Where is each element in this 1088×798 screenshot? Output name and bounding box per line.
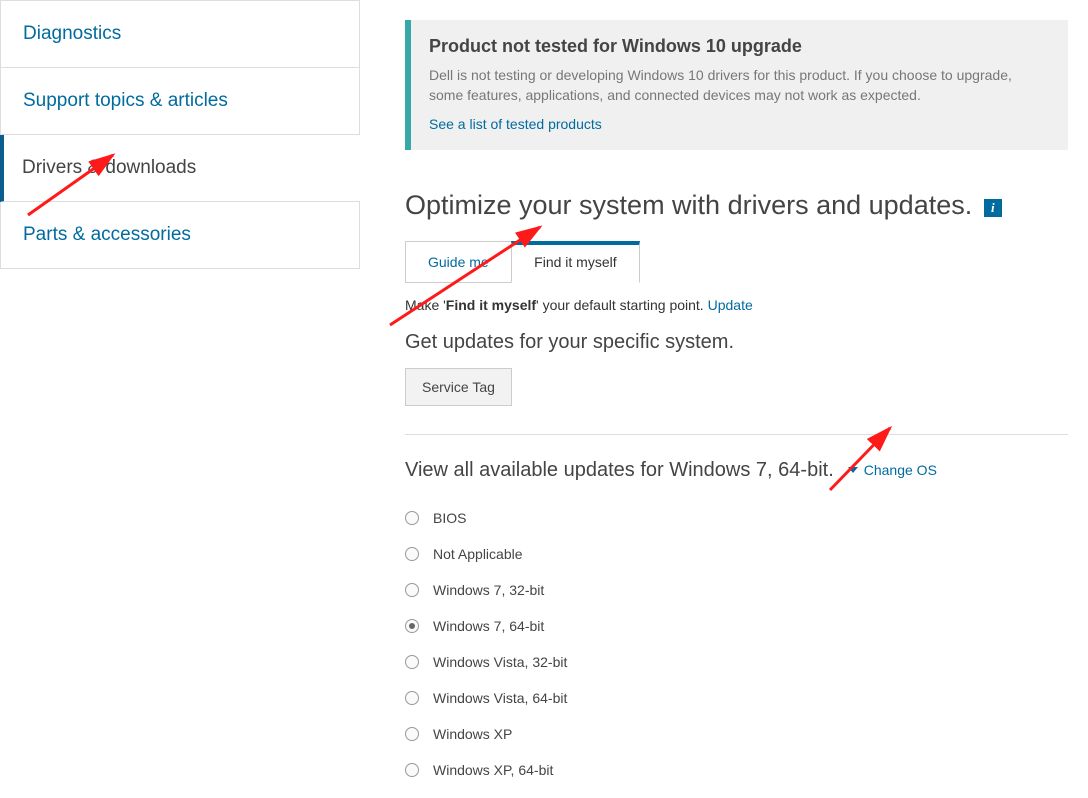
sidebar: Diagnostics Support topics & articles Dr…	[0, 0, 360, 269]
banner-link-tested-products[interactable]: See a list of tested products	[429, 116, 602, 132]
heading-text: Optimize your system with drivers and up…	[405, 190, 972, 220]
radio-icon	[405, 511, 419, 525]
os-radio-list: BIOS Not Applicable Windows 7, 32-bit Wi…	[405, 510, 1068, 778]
os-option-xp-64[interactable]: Windows XP, 64-bit	[405, 762, 1068, 778]
sidebar-item-diagnostics[interactable]: Diagnostics	[0, 0, 360, 68]
radio-label: Windows XP, 64-bit	[433, 762, 553, 778]
change-os-link[interactable]: Change OS	[848, 462, 937, 478]
os-option-vista-64[interactable]: Windows Vista, 64-bit	[405, 690, 1068, 706]
sidebar-item-label: Drivers & downloads	[22, 157, 196, 178]
radio-icon	[405, 547, 419, 561]
sidebar-item-label: Diagnostics	[23, 23, 121, 44]
radio-label: Windows 7, 32-bit	[433, 582, 544, 598]
os-option-bios[interactable]: BIOS	[405, 510, 1068, 526]
radio-label: Windows XP	[433, 726, 512, 742]
radio-label: Windows Vista, 64-bit	[433, 690, 567, 706]
radio-label: BIOS	[433, 510, 466, 526]
default-starting-row: Make 'Find it myself' your default start…	[405, 297, 1068, 313]
banner-body: Dell is not testing or developing Window…	[429, 65, 1048, 106]
view-updates-row: View all available updates for Windows 7…	[405, 459, 1068, 482]
sidebar-item-parts-accessories[interactable]: Parts & accessories	[0, 202, 360, 269]
subheading-get-updates: Get updates for your specific system.	[405, 331, 1068, 354]
os-option-win7-64[interactable]: Windows 7, 64-bit	[405, 618, 1068, 634]
sidebar-item-support-topics[interactable]: Support topics & articles	[0, 68, 360, 135]
caret-down-icon	[848, 467, 858, 473]
radio-icon	[405, 763, 419, 777]
radio-icon	[405, 619, 419, 633]
sidebar-item-drivers-downloads[interactable]: Drivers & downloads	[0, 135, 360, 202]
page-heading: Optimize your system with drivers and up…	[405, 190, 1068, 221]
view-updates-text: View all available updates for Windows 7…	[405, 459, 834, 482]
default-prefix: Make '	[405, 297, 446, 313]
info-icon[interactable]: i	[984, 199, 1002, 217]
tab-find-it-myself[interactable]: Find it myself	[511, 241, 639, 283]
tab-label: Guide me	[428, 254, 489, 270]
sidebar-item-label: Support topics & articles	[23, 90, 228, 111]
change-os-label: Change OS	[864, 462, 937, 478]
radio-label: Windows 7, 64-bit	[433, 618, 544, 634]
warning-banner: Product not tested for Windows 10 upgrad…	[405, 20, 1068, 150]
default-suffix: ' your default starting point.	[536, 297, 708, 313]
radio-icon	[405, 691, 419, 705]
radio-label: Windows Vista, 32-bit	[433, 654, 567, 670]
sidebar-item-label: Parts & accessories	[23, 224, 191, 245]
radio-label: Not Applicable	[433, 546, 523, 562]
os-option-vista-32[interactable]: Windows Vista, 32-bit	[405, 654, 1068, 670]
tab-guide-me[interactable]: Guide me	[405, 241, 512, 283]
service-tag-button[interactable]: Service Tag	[405, 368, 512, 406]
radio-icon	[405, 583, 419, 597]
radio-icon	[405, 727, 419, 741]
divider	[405, 434, 1068, 435]
tab-label: Find it myself	[534, 254, 616, 270]
os-option-not-applicable[interactable]: Not Applicable	[405, 546, 1068, 562]
service-tag-label: Service Tag	[422, 379, 495, 395]
radio-icon	[405, 655, 419, 669]
banner-title: Product not tested for Windows 10 upgrad…	[429, 36, 1048, 57]
os-option-win7-32[interactable]: Windows 7, 32-bit	[405, 582, 1068, 598]
default-bold: Find it myself	[446, 297, 536, 313]
update-link[interactable]: Update	[708, 297, 753, 313]
os-option-xp[interactable]: Windows XP	[405, 726, 1068, 742]
tabs: Guide me Find it myself	[405, 241, 1068, 283]
main-content: Product not tested for Windows 10 upgrad…	[405, 20, 1068, 798]
